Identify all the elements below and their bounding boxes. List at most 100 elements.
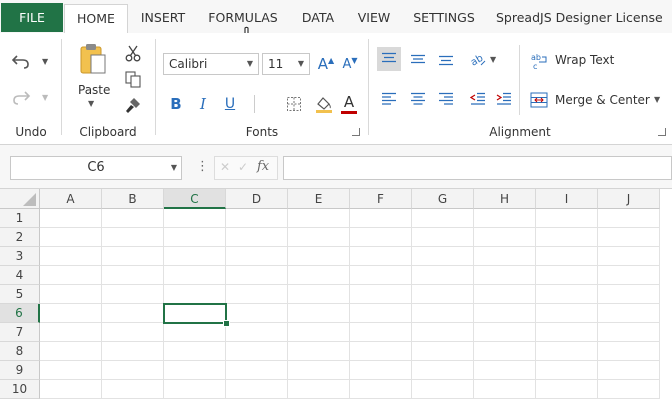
grid-cell[interactable] (474, 304, 536, 323)
grid-cell[interactable] (226, 304, 288, 323)
grid-cell[interactable] (474, 380, 536, 399)
grid-cell[interactable] (288, 209, 350, 228)
grid-cell[interactable] (226, 380, 288, 399)
orientation-icon[interactable]: ab (466, 47, 490, 71)
row-header[interactable]: 3 (0, 247, 40, 266)
wrap-text-button[interactable]: Wrap Text (555, 53, 614, 67)
grid-cell[interactable] (474, 342, 536, 361)
grid-cell[interactable] (102, 285, 164, 304)
fx-icon[interactable]: fx (257, 159, 269, 174)
select-all-corner[interactable] (0, 189, 40, 209)
grid-cell[interactable] (226, 361, 288, 380)
cancel-icon[interactable]: ✕ (220, 160, 230, 174)
column-header[interactable]: F (350, 189, 412, 209)
grid-cell[interactable] (412, 247, 474, 266)
grid-cell[interactable] (350, 228, 412, 247)
paste-icon[interactable] (77, 41, 109, 77)
grid-cell[interactable] (102, 323, 164, 342)
align-left-icon[interactable] (377, 87, 401, 111)
grid-cell[interactable] (536, 247, 598, 266)
grid-cell[interactable] (102, 209, 164, 228)
grid-cell[interactable] (412, 342, 474, 361)
grid-cell[interactable] (350, 361, 412, 380)
grid-cell[interactable] (102, 361, 164, 380)
tab-settings[interactable]: SETTINGS (412, 0, 476, 33)
fill-handle[interactable] (223, 320, 230, 327)
grid-cell[interactable] (40, 247, 102, 266)
copy-icon[interactable] (123, 69, 143, 89)
grid-cell[interactable] (350, 209, 412, 228)
row-header[interactable]: 4 (0, 266, 40, 285)
grid-cell[interactable] (40, 323, 102, 342)
grid-cell[interactable] (288, 304, 350, 323)
grid-cell[interactable] (412, 285, 474, 304)
tab-file[interactable]: FILE (1, 3, 63, 32)
grid-cell[interactable] (164, 285, 226, 304)
grid-cell[interactable] (598, 342, 660, 361)
grid-cell[interactable] (164, 342, 226, 361)
merge-center-button[interactable]: Merge & Center (555, 93, 650, 107)
column-header[interactable]: E (288, 189, 350, 209)
grid-cell[interactable] (40, 304, 102, 323)
grid-cell[interactable] (598, 380, 660, 399)
grid-cell[interactable] (536, 361, 598, 380)
grid-cell[interactable] (288, 342, 350, 361)
grid-cell[interactable] (598, 304, 660, 323)
tab-insert[interactable]: INSERT (140, 0, 186, 33)
grid-cell[interactable] (164, 380, 226, 399)
grid-cell[interactable] (474, 266, 536, 285)
alignment-dialog-launcher-icon[interactable] (658, 128, 666, 136)
align-bottom-icon[interactable] (434, 47, 458, 71)
grid-cell[interactable] (226, 247, 288, 266)
font-name-select[interactable]: Calibri ▼ (163, 53, 259, 75)
grid-cell[interactable] (40, 209, 102, 228)
grid-cell[interactable] (598, 361, 660, 380)
grid-cell[interactable] (102, 342, 164, 361)
format-painter-icon[interactable] (123, 95, 143, 115)
grid-cell[interactable] (288, 380, 350, 399)
grid-cell[interactable] (288, 266, 350, 285)
grid-cell[interactable] (164, 247, 226, 266)
tab-data[interactable]: DATA (300, 0, 336, 33)
align-right-icon[interactable] (434, 87, 458, 111)
fonts-dialog-launcher-icon[interactable] (352, 128, 360, 136)
grid-cell[interactable] (412, 266, 474, 285)
grid-cell[interactable] (288, 323, 350, 342)
grid-cell[interactable] (102, 228, 164, 247)
grid-cell[interactable] (536, 323, 598, 342)
name-box[interactable]: C6 ▼ (10, 156, 182, 180)
row-header[interactable]: 2 (0, 228, 40, 247)
grid-cell[interactable] (350, 342, 412, 361)
grid-cell[interactable] (536, 266, 598, 285)
grid-cell[interactable] (102, 380, 164, 399)
grid-cell[interactable] (102, 266, 164, 285)
grid-cell[interactable] (226, 209, 288, 228)
column-header[interactable]: B (102, 189, 164, 209)
font-color-icon[interactable]: A (338, 93, 360, 115)
grid-cell[interactable] (598, 323, 660, 342)
merge-center-icon[interactable] (528, 89, 550, 111)
grid-cell[interactable] (536, 228, 598, 247)
grid-cell[interactable] (598, 247, 660, 266)
column-header[interactable]: C (164, 189, 226, 209)
grid-cell[interactable] (350, 304, 412, 323)
grid-cell[interactable] (412, 323, 474, 342)
merge-center-dropdown-icon[interactable]: ▼ (654, 95, 660, 104)
grid-cell[interactable] (598, 285, 660, 304)
row-header[interactable]: 7 (0, 323, 40, 342)
increase-indent-icon[interactable] (492, 87, 516, 111)
grid-cell[interactable] (288, 361, 350, 380)
grid-cell[interactable] (474, 228, 536, 247)
grid-cell[interactable] (350, 285, 412, 304)
italic-button[interactable]: I (193, 93, 213, 115)
tab-home[interactable]: HOME (64, 4, 128, 33)
row-header[interactable]: 8 (0, 342, 40, 361)
grid-cell[interactable] (536, 380, 598, 399)
redo-dropdown-icon[interactable]: ▼ (42, 93, 48, 102)
grid-cell[interactable] (226, 342, 288, 361)
grid-cell[interactable] (350, 323, 412, 342)
grid-cell[interactable] (288, 247, 350, 266)
grid-cell[interactable] (164, 209, 226, 228)
tab-view[interactable]: VIEW (356, 0, 392, 33)
grid-cell[interactable] (474, 209, 536, 228)
